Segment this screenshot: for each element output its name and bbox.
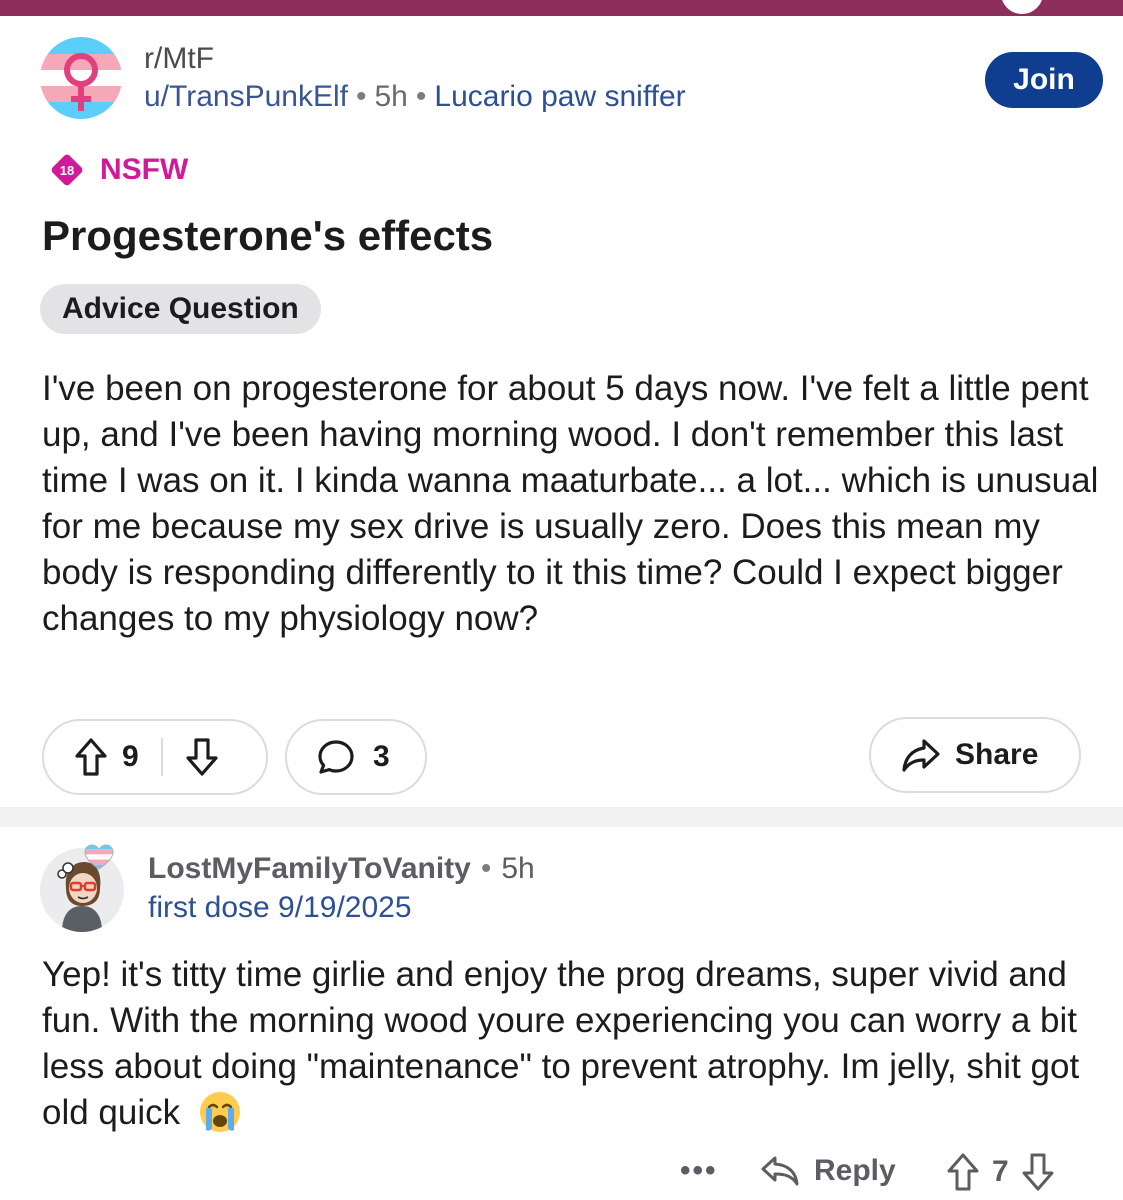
share-label: Share — [955, 738, 1039, 771]
post-time: 5h — [374, 80, 408, 113]
post-meta: u/TransPunkElf • 5h • Lucario paw sniffer — [144, 80, 686, 114]
upvote-icon[interactable] — [74, 737, 108, 777]
top-bar — [0, 0, 1123, 16]
comment-author[interactable]: LostMyFamilyToVanity — [148, 852, 471, 885]
nsfw-badge-text: 18 — [60, 163, 74, 178]
comment-meta: LostMyFamilyToVanity • 5h — [148, 852, 535, 886]
trans-flag-icon — [40, 37, 122, 119]
comment-bubble-icon — [317, 738, 355, 776]
post-flair[interactable]: Advice Question — [40, 284, 321, 334]
more-options-button[interactable]: ••• — [680, 1154, 718, 1188]
user-flair: Lucario paw sniffer — [434, 80, 686, 113]
comment-vote-count: 7 — [992, 1155, 1009, 1188]
meta-separator: • — [355, 80, 367, 113]
post-body: I've been on progesterone for about 5 da… — [42, 369, 1099, 638]
reply-label: Reply — [814, 1154, 896, 1187]
top-bar-button-edge — [999, 0, 1045, 16]
comment-body: Yep! it's titty time girlie and enjoy th… — [42, 952, 1102, 1136]
subreddit-avatar[interactable] — [40, 37, 122, 119]
comment-vote-bar: 7 — [946, 1152, 1055, 1192]
share-arrow-icon — [901, 737, 941, 773]
downvote-icon[interactable] — [185, 737, 219, 777]
nsfw-18-icon: 18 — [50, 153, 84, 187]
upvote-count: 9 — [122, 740, 139, 773]
comment-user-flair: first dose 9/19/2025 — [148, 891, 412, 924]
meta-separator: • — [415, 80, 427, 113]
vote-divider — [160, 738, 163, 776]
join-button[interactable]: Join — [985, 52, 1103, 108]
comment-time: 5h — [501, 852, 535, 885]
meta-separator: • — [480, 852, 492, 885]
crying-face-icon — [198, 1090, 242, 1134]
reply-arrow-icon — [760, 1154, 800, 1188]
trans-heart-icon — [84, 844, 114, 870]
post-author[interactable]: u/TransPunkElf — [144, 80, 348, 113]
comment-count: 3 — [373, 740, 390, 773]
subreddit-name[interactable]: r/MtF — [144, 42, 214, 76]
comments-button[interactable]: 3 — [285, 719, 427, 795]
downvote-icon[interactable] — [1021, 1152, 1055, 1192]
post-vote-bar: 9 — [42, 719, 268, 795]
reply-button[interactable]: Reply — [760, 1154, 896, 1188]
nsfw-tag: 18 NSFW — [50, 150, 188, 190]
nsfw-label: NSFW — [100, 153, 189, 186]
share-button[interactable]: Share — [869, 717, 1081, 793]
upvote-icon[interactable] — [946, 1152, 980, 1192]
post-title: Progesterone's effects — [42, 212, 494, 259]
comment-actions: ••• Reply 7 — [0, 1150, 1123, 1200]
section-divider — [0, 807, 1123, 827]
